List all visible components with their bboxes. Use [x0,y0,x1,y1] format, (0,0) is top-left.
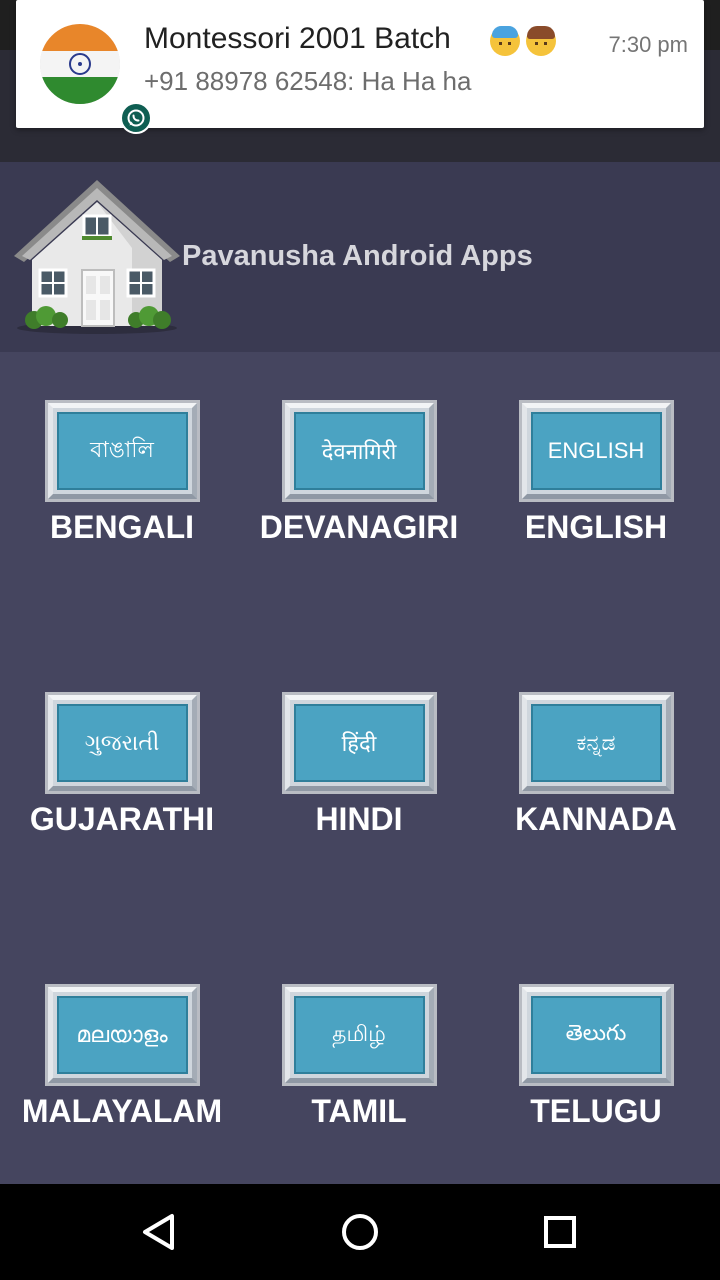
telugu-label[interactable]: TELUGU [530,1093,662,1130]
bengali-button[interactable]: বাঙালি [44,400,200,502]
gujarathi-button[interactable]: ગુજરાતી [44,692,200,794]
home-button[interactable] [326,1198,394,1266]
notification-card[interactable]: Montessori 2001 Batch 7:30 pm +91 88978 … [16,0,704,134]
navigation-bar [0,1184,720,1280]
devanagiri-button[interactable]: देवनागिरी [281,400,437,502]
english-label[interactable]: ENGLISH [525,509,667,546]
gujarathi-label[interactable]: GUJARATHI [30,801,214,838]
telugu-button[interactable]: తెలుగు [518,984,674,1086]
notification-message: +91 88978 62548: Ha Ha ha [144,66,472,96]
bengali-label[interactable]: BENGALI [50,509,194,546]
tamil-button[interactable]: தமிழ் [281,984,437,1086]
tamil-script-text: தமிழ் [293,996,425,1074]
kannada-script-text: ಕನ್ನಡ [530,704,662,782]
telugu-script-text: తెలుగు [530,996,662,1074]
back-button[interactable] [126,1198,194,1266]
gujarathi-script-text: ગુજરાતી [56,704,188,782]
bengali-script-text: বাঙালি [56,412,188,490]
notification-time: 7:30 pm [608,32,689,57]
malayalam-script-text: മലയാളം [56,996,188,1074]
english-script-text: ENGLISH [530,412,662,490]
kannada-label[interactable]: KANNADA [515,801,677,838]
app-title: Pavanusha Android Apps [182,240,533,272]
whatsapp-icon [120,102,152,134]
india-flag-avatar-icon [40,24,152,134]
malayalam-button[interactable]: മലയാളം [44,984,200,1086]
notification-title: Montessori 2001 Batch [144,22,451,55]
devanagiri-script-text: देवनागिरी [293,412,425,490]
kannada-button[interactable]: ಕನ್ನಡ [518,692,674,794]
boy-emoji-icon [490,26,520,56]
tamil-label[interactable]: TAMIL [311,1093,406,1130]
home-circle-icon [342,1214,378,1250]
recents-square-icon [544,1216,576,1248]
malayalam-label[interactable]: MALAYALAM [22,1093,222,1130]
house-icon [12,178,182,336]
hindi-script-text: हिंदी [293,704,425,782]
hindi-button[interactable]: हिंदी [281,692,437,794]
recents-button[interactable] [526,1198,594,1266]
back-triangle-icon [143,1214,174,1250]
devanagiri-label[interactable]: DEVANAGIRI [260,509,459,546]
hindi-label[interactable]: HINDI [315,801,402,838]
english-button[interactable]: ENGLISH [518,400,674,502]
girl-emoji-icon [526,26,556,56]
